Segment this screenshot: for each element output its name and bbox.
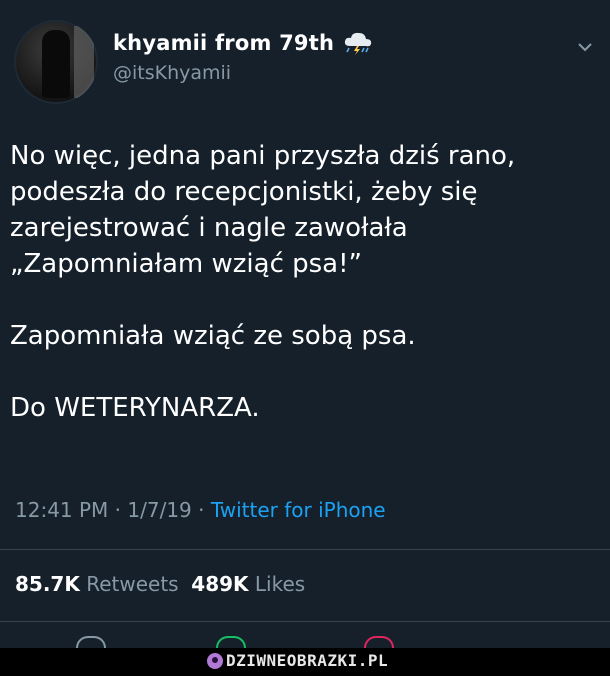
site-logo-icon bbox=[207, 652, 223, 669]
retweet-icon[interactable] bbox=[216, 636, 246, 648]
meta-separator: · bbox=[191, 498, 211, 522]
avatar-photo-light bbox=[74, 26, 94, 98]
meta-separator: · bbox=[108, 498, 128, 522]
retweets-count: 85.7K bbox=[15, 572, 80, 596]
tweet-meta: 12:41 PM · 1/7/19 · Twitter for iPhone bbox=[15, 498, 386, 522]
avatar-photo-figure bbox=[42, 30, 70, 98]
tweet-date[interactable]: 1/7/19 bbox=[127, 498, 191, 522]
like-icon[interactable] bbox=[364, 636, 394, 648]
user-handle[interactable]: @itsKhyamii bbox=[113, 62, 231, 84]
chevron-down-icon[interactable] bbox=[574, 36, 596, 58]
display-name[interactable]: khyamii from 79th bbox=[113, 31, 334, 55]
tweet-paragraph-1: No więc, jedna pani przyszła dziś rano, … bbox=[10, 138, 600, 282]
tweet-paragraph-2: Zapomniała wziąć ze sobą psa. bbox=[10, 321, 416, 351]
reply-icon[interactable] bbox=[76, 636, 106, 648]
watermark-text: DZIWNEOBRAZKI.PL bbox=[226, 651, 389, 670]
tweet-paragraph-3: Do WETERYNARZA. bbox=[10, 393, 260, 423]
watermark: DZIWNEOBRAZKI.PL bbox=[207, 651, 388, 670]
tweet-line: „Zapomniałam wziąć psa!” bbox=[10, 249, 363, 279]
tweet-actions bbox=[0, 634, 610, 648]
retweets-stat[interactable]: 85.7K Retweets bbox=[15, 572, 179, 596]
divider bbox=[0, 621, 610, 622]
avatar[interactable] bbox=[14, 20, 98, 104]
divider bbox=[0, 549, 610, 550]
tweet-line: podeszła do recepcjonistki, żeby się bbox=[10, 177, 478, 207]
tweet-line: zarejestrować i nagle zawołała bbox=[10, 213, 408, 243]
display-name-row[interactable]: khyamii from 79th bbox=[113, 30, 374, 56]
likes-label: Likes bbox=[254, 572, 306, 596]
tweet-body: No więc, jedna pani przyszła dziś rano, … bbox=[10, 138, 600, 426]
likes-count: 489K bbox=[191, 572, 249, 596]
tweet-line: No więc, jedna pani przyszła dziś rano, bbox=[10, 141, 516, 171]
watermark-bar: DZIWNEOBRAZKI.PL bbox=[0, 648, 610, 676]
tweet-source-link[interactable]: Twitter for iPhone bbox=[211, 498, 386, 522]
thunderstorm-cloud-icon bbox=[344, 32, 372, 55]
tweet-time[interactable]: 12:41 PM bbox=[15, 498, 108, 522]
likes-stat[interactable]: 489K Likes bbox=[191, 572, 305, 596]
retweets-label: Retweets bbox=[86, 572, 179, 596]
tweet-stats: 85.7K Retweets 489K Likes bbox=[15, 572, 305, 596]
